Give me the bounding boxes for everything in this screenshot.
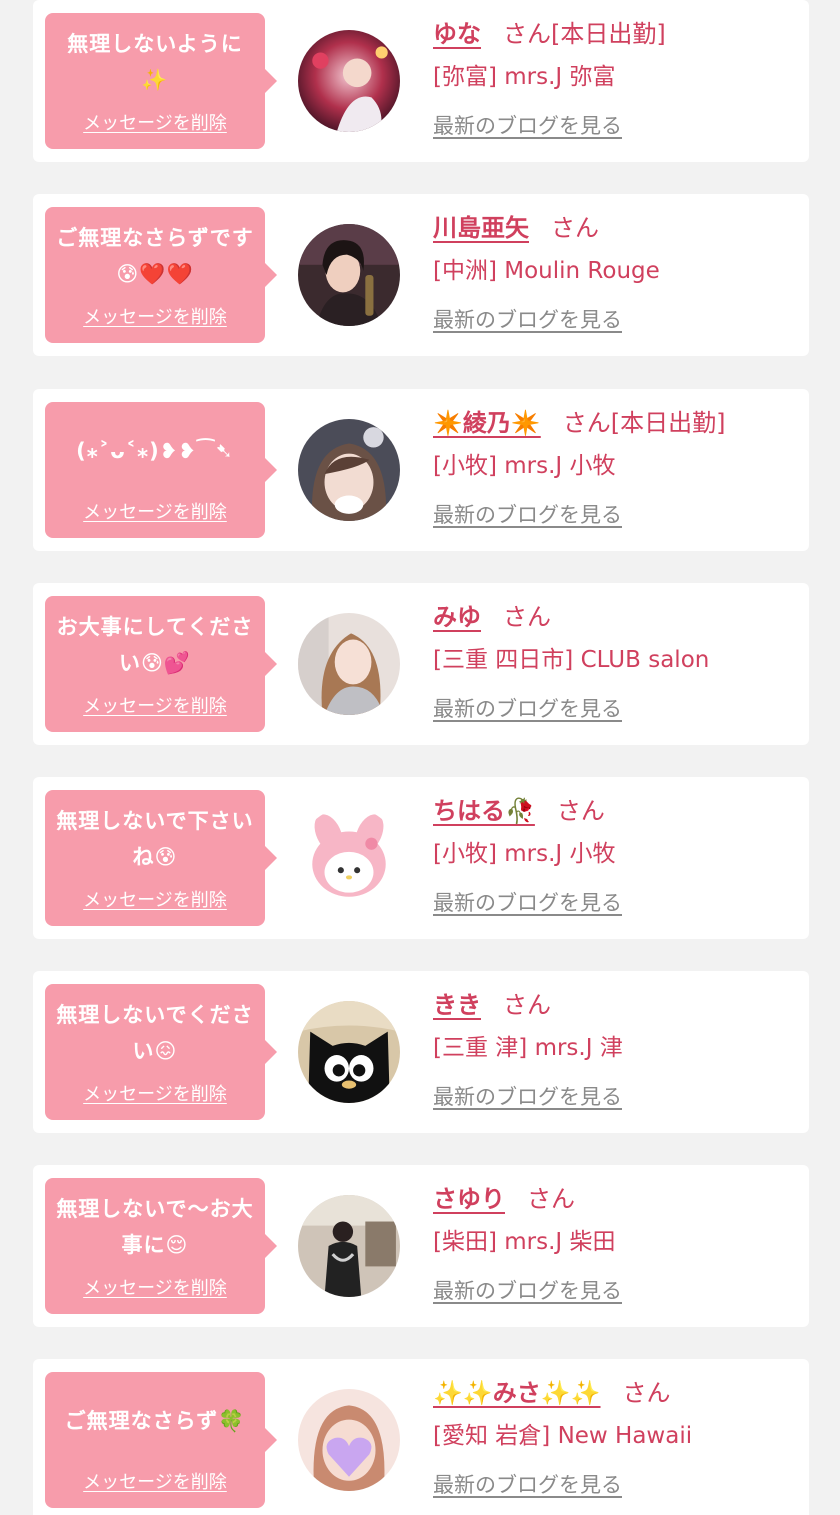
message-card: 無理しないで下さいね😰 メッセージを削除 ちはる🥀 さん [小牧] mrs.J 小…: [33, 777, 809, 939]
delete-message-link[interactable]: メッセージを削除: [45, 1274, 265, 1300]
message-text: (⁎˃ᴗ˂⁎)❥❥⁀➷: [76, 439, 234, 463]
message-bubble: (⁎˃ᴗ˂⁎)❥❥⁀➷ メッセージを削除: [45, 402, 277, 538]
message-card: 無理しないように✨ メッセージを削除 ゆな さん[本日出勤] [弥富] mrs.…: [33, 0, 809, 162]
message-bubble: お大事にしてください😰💕 メッセージを削除: [45, 596, 277, 732]
message-card: 無理しないでください😖 メッセージを削除 きき さん [三重 津] mrs.J 津…: [33, 971, 809, 1133]
message-text: 無理しないで〜お大事に😌: [56, 1197, 254, 1257]
message-text: 無理しないで下さいね😰: [56, 809, 254, 869]
message-card: (⁎˃ᴗ˂⁎)❥❥⁀➷ メッセージを削除 ✴️綾乃✴️ さん[本日出勤] [小牧]…: [33, 389, 809, 551]
honorific: さん[本日出勤]: [503, 20, 666, 48]
latest-blog-link[interactable]: 最新のブログを見る: [433, 694, 622, 724]
shop-name: [小牧] mrs.J 小牧: [433, 841, 616, 867]
honorific: さん: [556, 797, 605, 825]
honorific: さん: [503, 991, 551, 1019]
message-bubble: ご無理なさらず🍀 メッセージを削除: [45, 1372, 277, 1508]
sender-name-link[interactable]: さゆり: [433, 1185, 505, 1213]
latest-blog-link[interactable]: 最新のブログを見る: [433, 1082, 622, 1112]
message-bubble: 無理しないで下さいね😰 メッセージを削除: [45, 790, 277, 926]
delete-message-link[interactable]: メッセージを削除: [45, 692, 265, 718]
latest-blog-link[interactable]: 最新のブログを見る: [433, 1470, 622, 1500]
shop-name: [小牧] mrs.J 小牧: [433, 453, 616, 479]
message-bubble: 無理しないで〜お大事に😌 メッセージを削除: [45, 1178, 277, 1314]
sender-info: ✨✨みさ✨✨ さん [愛知 岩倉] New Hawaii 最新のブログを見る: [433, 1373, 803, 1500]
sender-info: さゆり さん [柴田] mrs.J 柴田 最新のブログを見る: [433, 1179, 803, 1306]
message-text: ご無理なさらず🍀: [64, 1409, 246, 1433]
sender-name-link[interactable]: きき: [433, 991, 481, 1019]
shop-name: [中洲] Moulin Rouge: [433, 258, 660, 284]
message-card: ご無理なさらずです😰❤️❤️ メッセージを削除 川島亜矢 さん [中洲] Moul…: [33, 194, 809, 356]
delete-message-link[interactable]: メッセージを削除: [45, 498, 265, 524]
sender-name-line: ゆな さん[本日出勤]: [433, 14, 803, 54]
shop-name: [弥富] mrs.J 弥富: [433, 64, 616, 90]
sender-info: ✴️綾乃✴️ さん[本日出勤] [小牧] mrs.J 小牧 最新のブログを見る: [433, 403, 803, 530]
message-list: 無理しないように✨ メッセージを削除 ゆな さん[本日出勤] [弥富] mrs.…: [0, 0, 840, 1515]
message-bubble: 無理しないでください😖 メッセージを削除: [45, 984, 277, 1120]
message-card: 無理しないで〜お大事に😌 メッセージを削除 さゆり さん [柴田] mrs.J 柴…: [33, 1165, 809, 1327]
message-text: ご無理なさらずです😰❤️❤️: [56, 226, 254, 286]
photo-avatar-icon[interactable]: [298, 613, 400, 715]
sender-name-line: みゆ さん: [433, 597, 803, 637]
shop-name: [愛知 岩倉] New Hawaii: [433, 1423, 693, 1449]
delete-message-link[interactable]: メッセージを削除: [45, 1468, 265, 1494]
sender-info: ゆな さん[本日出勤] [弥富] mrs.J 弥富 最新のブログを見る: [433, 14, 803, 141]
sender-name-link[interactable]: 川島亜矢: [433, 214, 529, 242]
sender-name-link[interactable]: ゆな: [433, 20, 481, 48]
delete-message-link[interactable]: メッセージを削除: [45, 303, 265, 329]
photo-avatar-icon[interactable]: [298, 30, 400, 132]
sender-info: みゆ さん [三重 四日市] CLUB salon 最新のブログを見る: [433, 597, 803, 724]
sender-name-link[interactable]: ✨✨みさ✨✨: [433, 1379, 601, 1407]
honorific: さん: [527, 1185, 575, 1213]
sender-name-line: ちはる🥀 さん: [433, 791, 803, 831]
photo-avatar-icon[interactable]: [298, 1195, 400, 1297]
my-melody-avatar-icon[interactable]: [298, 807, 400, 909]
sender-info: きき さん [三重 津] mrs.J 津 最新のブログを見る: [433, 985, 803, 1112]
latest-blog-link[interactable]: 最新のブログを見る: [433, 111, 622, 141]
delete-message-link[interactable]: メッセージを削除: [45, 109, 265, 135]
message-bubble: 無理しないように✨ メッセージを削除: [45, 13, 277, 149]
sender-name-link[interactable]: みゆ: [433, 603, 481, 631]
honorific: さん: [503, 603, 551, 631]
message-text: 無理しないでください😖: [56, 1003, 254, 1063]
message-card: ご無理なさらず🍀 メッセージを削除 ✨✨みさ✨✨ さん [愛知 岩倉] New H…: [33, 1359, 809, 1515]
sender-name-line: さゆり さん: [433, 1179, 803, 1219]
honorific: さん[本日出勤]: [562, 409, 726, 437]
honorific: さん: [551, 214, 599, 242]
sender-name-line: ✨✨みさ✨✨ さん: [433, 1373, 803, 1413]
message-text: お大事にしてください😰💕: [56, 615, 254, 675]
sender-name-link[interactable]: ✴️綾乃✴️: [433, 409, 541, 437]
message-text: 無理しないように✨: [67, 32, 243, 92]
sender-info: ちはる🥀 さん [小牧] mrs.J 小牧 最新のブログを見る: [433, 791, 803, 918]
latest-blog-link[interactable]: 最新のブログを見る: [433, 888, 622, 918]
shop-name: [柴田] mrs.J 柴田: [433, 1229, 616, 1255]
photo-avatar-icon[interactable]: [298, 224, 400, 326]
photo-avatar-icon[interactable]: [298, 419, 400, 521]
delete-message-link[interactable]: メッセージを削除: [45, 1080, 265, 1106]
sender-name-line: ✴️綾乃✴️ さん[本日出勤]: [433, 403, 803, 443]
message-bubble: ご無理なさらずです😰❤️❤️ メッセージを削除: [45, 207, 277, 343]
latest-blog-link[interactable]: 最新のブログを見る: [433, 305, 622, 335]
honorific: さん: [622, 1379, 671, 1407]
latest-blog-link[interactable]: 最新のブログを見る: [433, 500, 622, 530]
sender-name-line: 川島亜矢 さん: [433, 208, 803, 248]
heart-blur-avatar-icon[interactable]: [298, 1389, 400, 1491]
shop-name: [三重 津] mrs.J 津: [433, 1035, 623, 1061]
shop-name: [三重 四日市] CLUB salon: [433, 647, 710, 673]
latest-blog-link[interactable]: 最新のブログを見る: [433, 1276, 622, 1306]
message-card: お大事にしてください😰💕 メッセージを削除 みゆ さん [三重 四日市] CLUB…: [33, 583, 809, 745]
black-cat-avatar-icon[interactable]: [298, 1001, 400, 1103]
sender-name-line: きき さん: [433, 985, 803, 1025]
sender-name-link[interactable]: ちはる🥀: [433, 797, 535, 825]
delete-message-link[interactable]: メッセージを削除: [45, 886, 265, 912]
sender-info: 川島亜矢 さん [中洲] Moulin Rouge 最新のブログを見る: [433, 208, 803, 335]
